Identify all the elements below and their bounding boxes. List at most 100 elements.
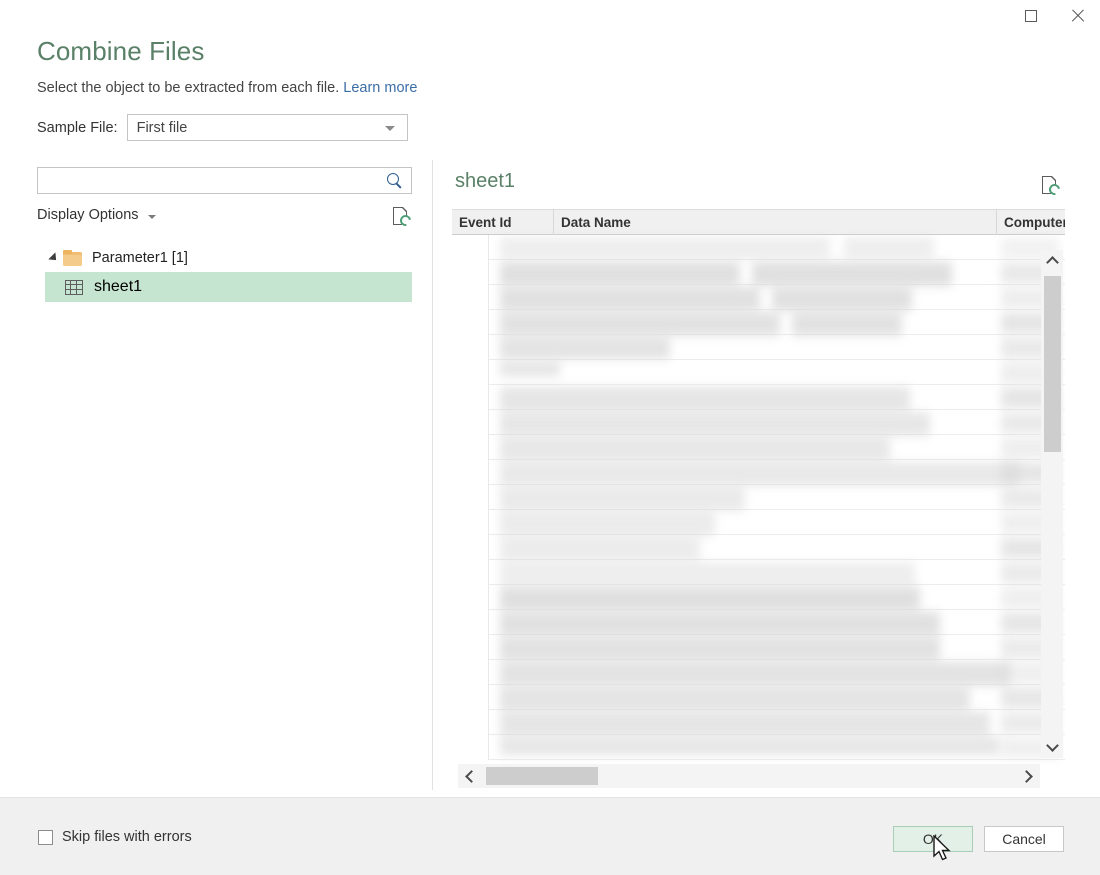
- skip-files-label: Skip files with errors: [62, 829, 192, 845]
- tree-item-sheet1[interactable]: sheet1: [45, 272, 412, 302]
- redacted-cell-content: [500, 612, 940, 636]
- row-header-cell: [452, 735, 489, 760]
- page-fold: [402, 206, 408, 212]
- horizontal-scroll-thumb[interactable]: [486, 767, 598, 785]
- table-row: [452, 460, 1065, 486]
- vertical-scroll-thumb[interactable]: [1044, 276, 1061, 452]
- table-row: [452, 685, 1065, 711]
- row-header-cell: [452, 560, 489, 585]
- redacted-cell-content: [500, 262, 740, 286]
- redacted-cell-content: [500, 637, 940, 661]
- window-titlebar: [0, 0, 1100, 36]
- sample-file-dropdown[interactable]: First file: [126, 114, 408, 141]
- table-row: [452, 560, 1065, 586]
- maximize-button[interactable]: [1008, 0, 1054, 32]
- scroll-left-button[interactable]: [458, 764, 482, 788]
- subtitle-text: Select the object to be extracted from e…: [37, 80, 340, 96]
- tree-node-parameter1[interactable]: Parameter1 [1]: [45, 244, 412, 272]
- search-input[interactable]: [38, 172, 381, 189]
- folder-icon: [63, 249, 82, 266]
- row-header-cell: [452, 660, 489, 685]
- ok-button[interactable]: OK: [893, 826, 973, 852]
- table-row: [452, 310, 1065, 336]
- table-row: [452, 385, 1065, 411]
- scroll-down-button[interactable]: [1041, 736, 1063, 758]
- row-header-cell: [452, 260, 489, 285]
- row-header-cell: [452, 685, 489, 710]
- close-button[interactable]: [1054, 0, 1100, 32]
- scroll-up-button[interactable]: [1041, 250, 1063, 272]
- redacted-cell-content: [500, 712, 990, 736]
- table-row: [452, 610, 1065, 636]
- pane-divider: [432, 160, 433, 790]
- table-row: [452, 510, 1065, 536]
- object-tree: Parameter1 [1] sheet1: [45, 244, 412, 302]
- row-header-cell: [452, 635, 489, 660]
- chevron-down-icon: [147, 214, 156, 219]
- table-row: [452, 535, 1065, 561]
- redacted-cell-content: [500, 562, 915, 586]
- expand-collapse-icon[interactable]: [45, 251, 63, 264]
- table-row: [452, 435, 1065, 461]
- redacted-cell-content: [500, 587, 920, 611]
- redacted-cell-content: [500, 312, 780, 336]
- redacted-cell-content: [844, 237, 934, 259]
- refresh-preview-icon-right[interactable]: [1042, 175, 1063, 198]
- grid-header-row: Event Id Data Name Computer: [452, 209, 1065, 235]
- redacted-cell-content: [500, 512, 715, 536]
- table-row: [452, 660, 1065, 686]
- row-header-cell: [452, 360, 489, 385]
- table-row: [452, 235, 1065, 260]
- redacted-cell-content: [500, 437, 890, 461]
- row-header-cell: [452, 585, 489, 610]
- search-box[interactable]: [37, 167, 412, 194]
- redacted-cell-content: [500, 337, 670, 359]
- table-row: [452, 285, 1065, 311]
- row-header-cell: [452, 510, 489, 535]
- learn-more-link[interactable]: Learn more: [343, 80, 417, 96]
- redacted-cell-content: [500, 412, 930, 436]
- close-icon: [1070, 9, 1084, 23]
- display-options-dropdown[interactable]: Display Options: [37, 207, 156, 223]
- combine-files-dialog: Combine Files Select the object to be ex…: [0, 0, 1100, 875]
- chevron-down-icon: [384, 126, 395, 131]
- table-row: [452, 635, 1065, 661]
- vertical-scrollbar[interactable]: [1041, 250, 1063, 758]
- redacted-cell-content: [500, 662, 1010, 686]
- tree-item-label: sheet1: [94, 278, 143, 295]
- skip-files-checkbox-row[interactable]: Skip files with errors: [38, 829, 192, 845]
- sample-file-value: First file: [136, 119, 188, 136]
- table-row: [452, 360, 1065, 385]
- row-header-cell: [452, 410, 489, 435]
- redacted-cell-content: [752, 262, 952, 286]
- row-header-cell: [452, 310, 489, 335]
- table-row: [452, 710, 1065, 736]
- table-row: [452, 260, 1065, 286]
- scroll-right-button[interactable]: [1016, 764, 1040, 788]
- column-header-event-id[interactable]: Event Id: [452, 209, 554, 235]
- redacted-cell-content: [500, 287, 760, 311]
- column-header-computer[interactable]: Computer: [997, 209, 1065, 235]
- chevron-left-icon: [465, 769, 478, 783]
- redacted-cell-content: [500, 237, 830, 259]
- page-title: Combine Files: [37, 36, 205, 66]
- redacted-cell-content: [500, 462, 1020, 486]
- table-row: [452, 335, 1065, 360]
- page-fold: [1051, 175, 1057, 181]
- chevron-right-icon: [1020, 769, 1033, 783]
- redacted-cell-content: [772, 287, 912, 311]
- refresh-preview-icon-left[interactable]: [393, 206, 414, 229]
- search-icon[interactable]: [381, 168, 411, 193]
- table-row: [452, 485, 1065, 511]
- skip-files-checkbox[interactable]: [38, 829, 53, 845]
- row-header-cell: [452, 610, 489, 635]
- redacted-cell-content: [500, 737, 1000, 755]
- horizontal-scrollbar[interactable]: [458, 764, 1040, 788]
- column-header-data-name[interactable]: Data Name: [554, 209, 997, 235]
- display-options-label: Display Options: [37, 207, 139, 223]
- grid-body: [452, 235, 1065, 765]
- redacted-cell-content: [500, 362, 560, 376]
- table-icon: [65, 279, 83, 295]
- cancel-button[interactable]: Cancel: [984, 826, 1064, 852]
- row-header-cell: [452, 235, 489, 260]
